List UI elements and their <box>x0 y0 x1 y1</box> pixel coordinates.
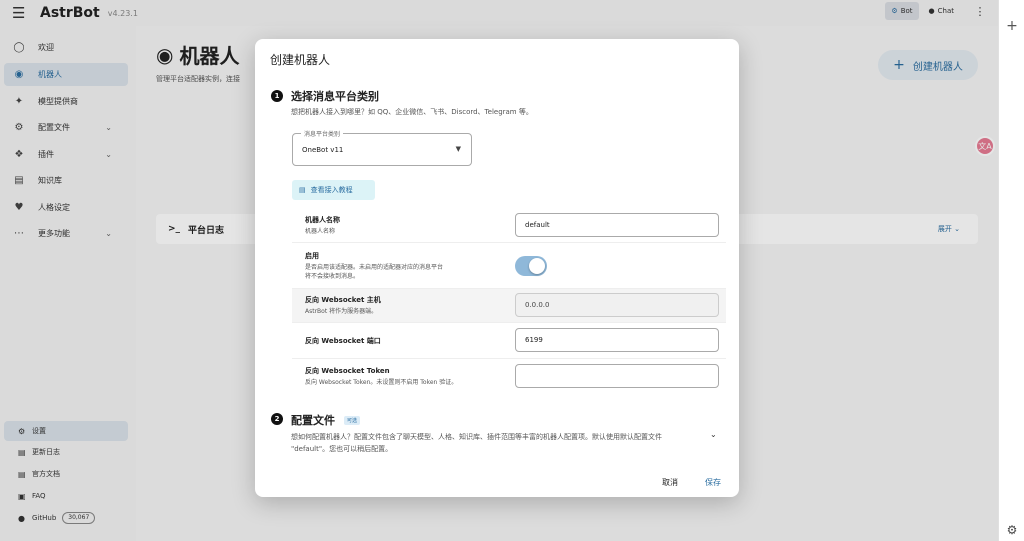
field-label: 启用 <box>305 252 319 260</box>
field-hint: 是否启用该适配器。未启用的适配器对应的消息平台将不会接收到消息。 <box>305 264 444 280</box>
field-bot-name: 机器人名称 机器人名称 default <box>292 207 726 243</box>
chevron-down-icon[interactable]: ⌄ <box>710 430 717 439</box>
save-button[interactable]: 保存 <box>705 477 721 488</box>
right-rail: + ⚙ <box>998 0 1024 541</box>
view-tutorial-label: 查看接入教程 <box>310 186 353 194</box>
field-ws-host: 反向 Websocket 主机 AstrBot 将作为服务器端。 0.0.0.0 <box>292 289 726 323</box>
select-label: 消息平台类别 <box>301 129 344 138</box>
book-icon: ▤ <box>299 186 306 194</box>
bot-name-input[interactable]: default <box>515 213 719 237</box>
toggle-knob <box>529 258 545 274</box>
step-1-title: 选择消息平台类别 <box>291 90 379 103</box>
field-hint: 反向 Websocket Token。未设置则不启用 Token 验证。 <box>305 379 458 386</box>
step-1-number: 1 <box>271 90 283 102</box>
field-label: 机器人名称 <box>305 216 340 224</box>
ws-host-input[interactable]: 0.0.0.0 <box>515 293 719 317</box>
field-hint: AstrBot 将作为服务器端。 <box>305 308 378 315</box>
field-hint: 机器人名称 <box>305 228 336 235</box>
ws-port-input[interactable]: 6199 <box>515 328 719 352</box>
step-2-description: 想如何配置机器人？配置文件包含了聊天模型、人格、知识库、插件范围等丰富的机器人配… <box>291 433 662 453</box>
ws-token-input[interactable] <box>515 364 719 388</box>
field-label: 反向 Websocket 主机 <box>305 296 381 304</box>
field-ws-port: 反向 Websocket 端口 6199 <box>292 323 726 359</box>
plus-icon[interactable]: + <box>999 18 1024 34</box>
optional-badge: 可选 <box>344 416 361 425</box>
dialog-title: 创建机器人 <box>270 53 331 67</box>
field-enable: 启用 是否启用该适配器。未启用的适配器对应的消息平台将不会接收到消息。 <box>292 243 726 289</box>
gear-icon[interactable]: ⚙ <box>999 523 1024 537</box>
enable-toggle[interactable] <box>515 256 547 276</box>
field-label: 反向 Websocket Token <box>305 367 390 375</box>
view-tutorial-button[interactable]: ▤ 查看接入教程 <box>292 180 375 200</box>
platform-type-select[interactable]: 消息平台类别 OneBot v11 ▼ <box>292 129 472 166</box>
step-1-description: 想把机器人接入到哪里？如 QQ、企业微信、飞书、Discord、Telegram… <box>291 108 533 116</box>
step-2-number: 2 <box>271 413 283 425</box>
select-value: OneBot v11 <box>302 146 344 154</box>
step-2-title: 配置文件 <box>291 414 335 427</box>
field-label: 反向 Websocket 端口 <box>305 337 381 345</box>
cancel-button[interactable]: 取消 <box>662 477 678 488</box>
caret-down-icon: ▼ <box>455 145 461 153</box>
create-bot-dialog: 创建机器人 1 选择消息平台类别 想把机器人接入到哪里？如 QQ、企业微信、飞书… <box>255 39 739 497</box>
field-ws-token: 反向 Websocket Token 反向 Websocket Token。未设… <box>292 359 726 393</box>
